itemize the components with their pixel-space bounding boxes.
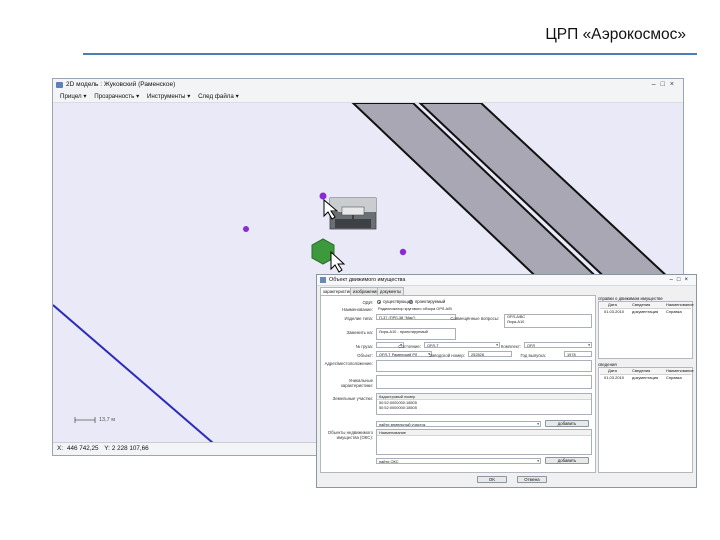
col-name: Наименование: [666, 302, 694, 307]
cancel-button[interactable]: Отмена: [517, 476, 547, 483]
serial-label: Заводской номер:: [429, 353, 465, 358]
y-coordinate-value: 2 228 107,66: [111, 445, 149, 452]
odi-label: ОДИ:: [362, 300, 373, 305]
object-marker[interactable]: [319, 192, 327, 200]
chevron-down-icon: ▾: [537, 459, 539, 463]
x-coordinate-label: X:: [57, 445, 63, 452]
references-grid[interactable]: Дата Сведения Наименование 01.03.2010 до…: [598, 301, 694, 359]
col-date: Дата: [608, 368, 617, 373]
okc-select[interactable]: найти ОКС ▾: [376, 458, 541, 464]
info-grid[interactable]: Дата Сведения Наименование 01.03.2010 до…: [598, 367, 694, 473]
address-field[interactable]: [376, 360, 592, 372]
kit-select[interactable]: ОРЛ ▾: [524, 342, 592, 348]
year-field[interactable]: 1978: [564, 351, 592, 357]
title-divider: [83, 53, 697, 55]
cargo-number-label: № груза:: [355, 344, 373, 349]
chevron-down-icon: ▾: [235, 93, 239, 100]
object-marker[interactable]: [243, 226, 249, 232]
object-marker[interactable]: [399, 248, 407, 256]
scale-bar: [74, 417, 96, 423]
name-value: Радиолокатор кругового обзора ОРЛ-А/В: [378, 306, 452, 311]
unique-field[interactable]: [376, 375, 592, 389]
table-row[interactable]: 01.03.2010 документация Справка: [600, 375, 691, 381]
y-coordinate-label: Y:: [104, 445, 110, 452]
radio-planned[interactable]: [409, 300, 413, 304]
col-date: Дата: [608, 302, 617, 307]
combined-label: Совмещённые вопросы:: [450, 316, 499, 321]
col-name: Наименование: [666, 368, 694, 373]
year-label: Год выпуска:: [520, 353, 546, 358]
characteristics-panel: ОДИ: существующий проектируемый Наименов…: [320, 295, 596, 473]
object-label: Объект:: [357, 353, 373, 358]
window-title: 2D модель : Жуковский (Раменское): [66, 81, 176, 88]
state-value: ОРЛ-Т: [427, 343, 439, 348]
state-label: Состояние:: [398, 344, 421, 349]
cell-date: 01.03.2010: [604, 375, 625, 380]
okc-list[interactable]: Наименование: [376, 429, 592, 455]
radio-existing-label: существующий: [383, 299, 413, 304]
ok-button[interactable]: OK: [477, 476, 507, 483]
product-type-label: Изделие типа:: [344, 316, 374, 321]
info-grid-header: Дата Сведения Наименование: [600, 368, 694, 375]
combined-value-2: Лира-А10: [507, 318, 525, 324]
cell-date: 01.03.2010: [604, 309, 625, 314]
cell-name: Справка: [666, 309, 682, 314]
kit-label: Комплект:: [500, 344, 521, 349]
x-coordinate-value: 446 742,25: [66, 445, 99, 452]
land-plots-label: Земельные участки:: [332, 396, 373, 401]
chevron-down-icon: ▾: [83, 93, 87, 100]
kit-value: ОРЛ: [527, 343, 535, 348]
window-controls[interactable]: –□×: [652, 79, 679, 91]
land-plot-placeholder: найти земельный участок: [379, 422, 426, 427]
okc-label: Объекты недвижимого имущества (ОКС):: [327, 430, 373, 440]
radio-existing[interactable]: [377, 300, 381, 304]
list-item[interactable]: 50:52:0000000:18505: [377, 405, 591, 410]
col-info: Сведения: [632, 302, 651, 307]
cell-info: документация: [632, 375, 659, 380]
menu-file-trace[interactable]: След файла ▾: [198, 91, 239, 102]
radio-planned-label: проектируемый: [415, 299, 446, 304]
cell-name: Справка: [666, 375, 682, 380]
name-label: Наименование:: [342, 307, 373, 312]
add-okc-button[interactable]: добавить: [545, 457, 589, 464]
tab-documents[interactable]: документы: [377, 287, 405, 295]
add-land-plot-button[interactable]: добавить: [545, 420, 589, 427]
object-dialog: Объект движимого имущества –□× характери…: [316, 274, 697, 488]
combined-field[interactable]: ОРЛ-А/ВС Лира-А10: [504, 314, 592, 328]
unique-label: Уникальные характеристики:: [340, 378, 373, 388]
menubar: Прицел ▾ Прозрачность ▾ Инструменты ▾ Сл…: [53, 91, 683, 103]
dialog-controls[interactable]: –□×: [670, 275, 692, 285]
radar-photo-thumbnail[interactable]: [329, 197, 377, 230]
menu-aim[interactable]: Прицел ▾: [60, 91, 87, 102]
land-plots-list[interactable]: Кадастровый номер 50:52:0000000:18505 50…: [376, 393, 592, 415]
dialog-icon: [320, 277, 326, 283]
okc-header: Наименование: [377, 430, 591, 436]
app-icon: [56, 82, 63, 88]
product-type-field[interactable]: П-37 (ПРЛ-38 "Мак"): [376, 314, 456, 320]
slide-title: ЦРП «Аэрокосмос»: [545, 26, 686, 43]
dialog-titlebar: Объект движимого имущества –□×: [317, 275, 696, 286]
menu-tools[interactable]: Инструменты ▾: [147, 91, 190, 102]
cursor-arrow-icon: [330, 250, 346, 273]
dialog-title: Объект движимого имущества: [329, 277, 406, 283]
window-titlebar: 2D модель : Жуковский (Раменское) –□×: [53, 79, 683, 91]
chevron-down-icon: ▾: [588, 343, 590, 347]
table-row[interactable]: 01.03.2010 документация Справка: [600, 309, 691, 315]
replace-label: Заменить на:: [346, 330, 373, 335]
land-plot-select[interactable]: найти земельный участок ▾: [376, 421, 541, 427]
boundary-line: [53, 304, 214, 444]
replace-field[interactable]: Лира-А10 - проектируемый: [376, 328, 456, 340]
chevron-down-icon: ▾: [187, 93, 191, 100]
menu-transparency[interactable]: Прозрачность ▾: [94, 91, 139, 102]
address-label: Адрес/местоположение:: [324, 361, 373, 366]
chevron-down-icon: ▾: [537, 422, 539, 426]
col-info: Сведения: [632, 368, 651, 373]
references-grid-header: Дата Сведения Наименование: [600, 302, 694, 309]
scale-label: 13,7 м: [99, 417, 116, 423]
okc-placeholder: найти ОКС: [379, 459, 399, 464]
chevron-down-icon: ▾: [136, 93, 140, 100]
cell-info: документация: [632, 309, 659, 314]
